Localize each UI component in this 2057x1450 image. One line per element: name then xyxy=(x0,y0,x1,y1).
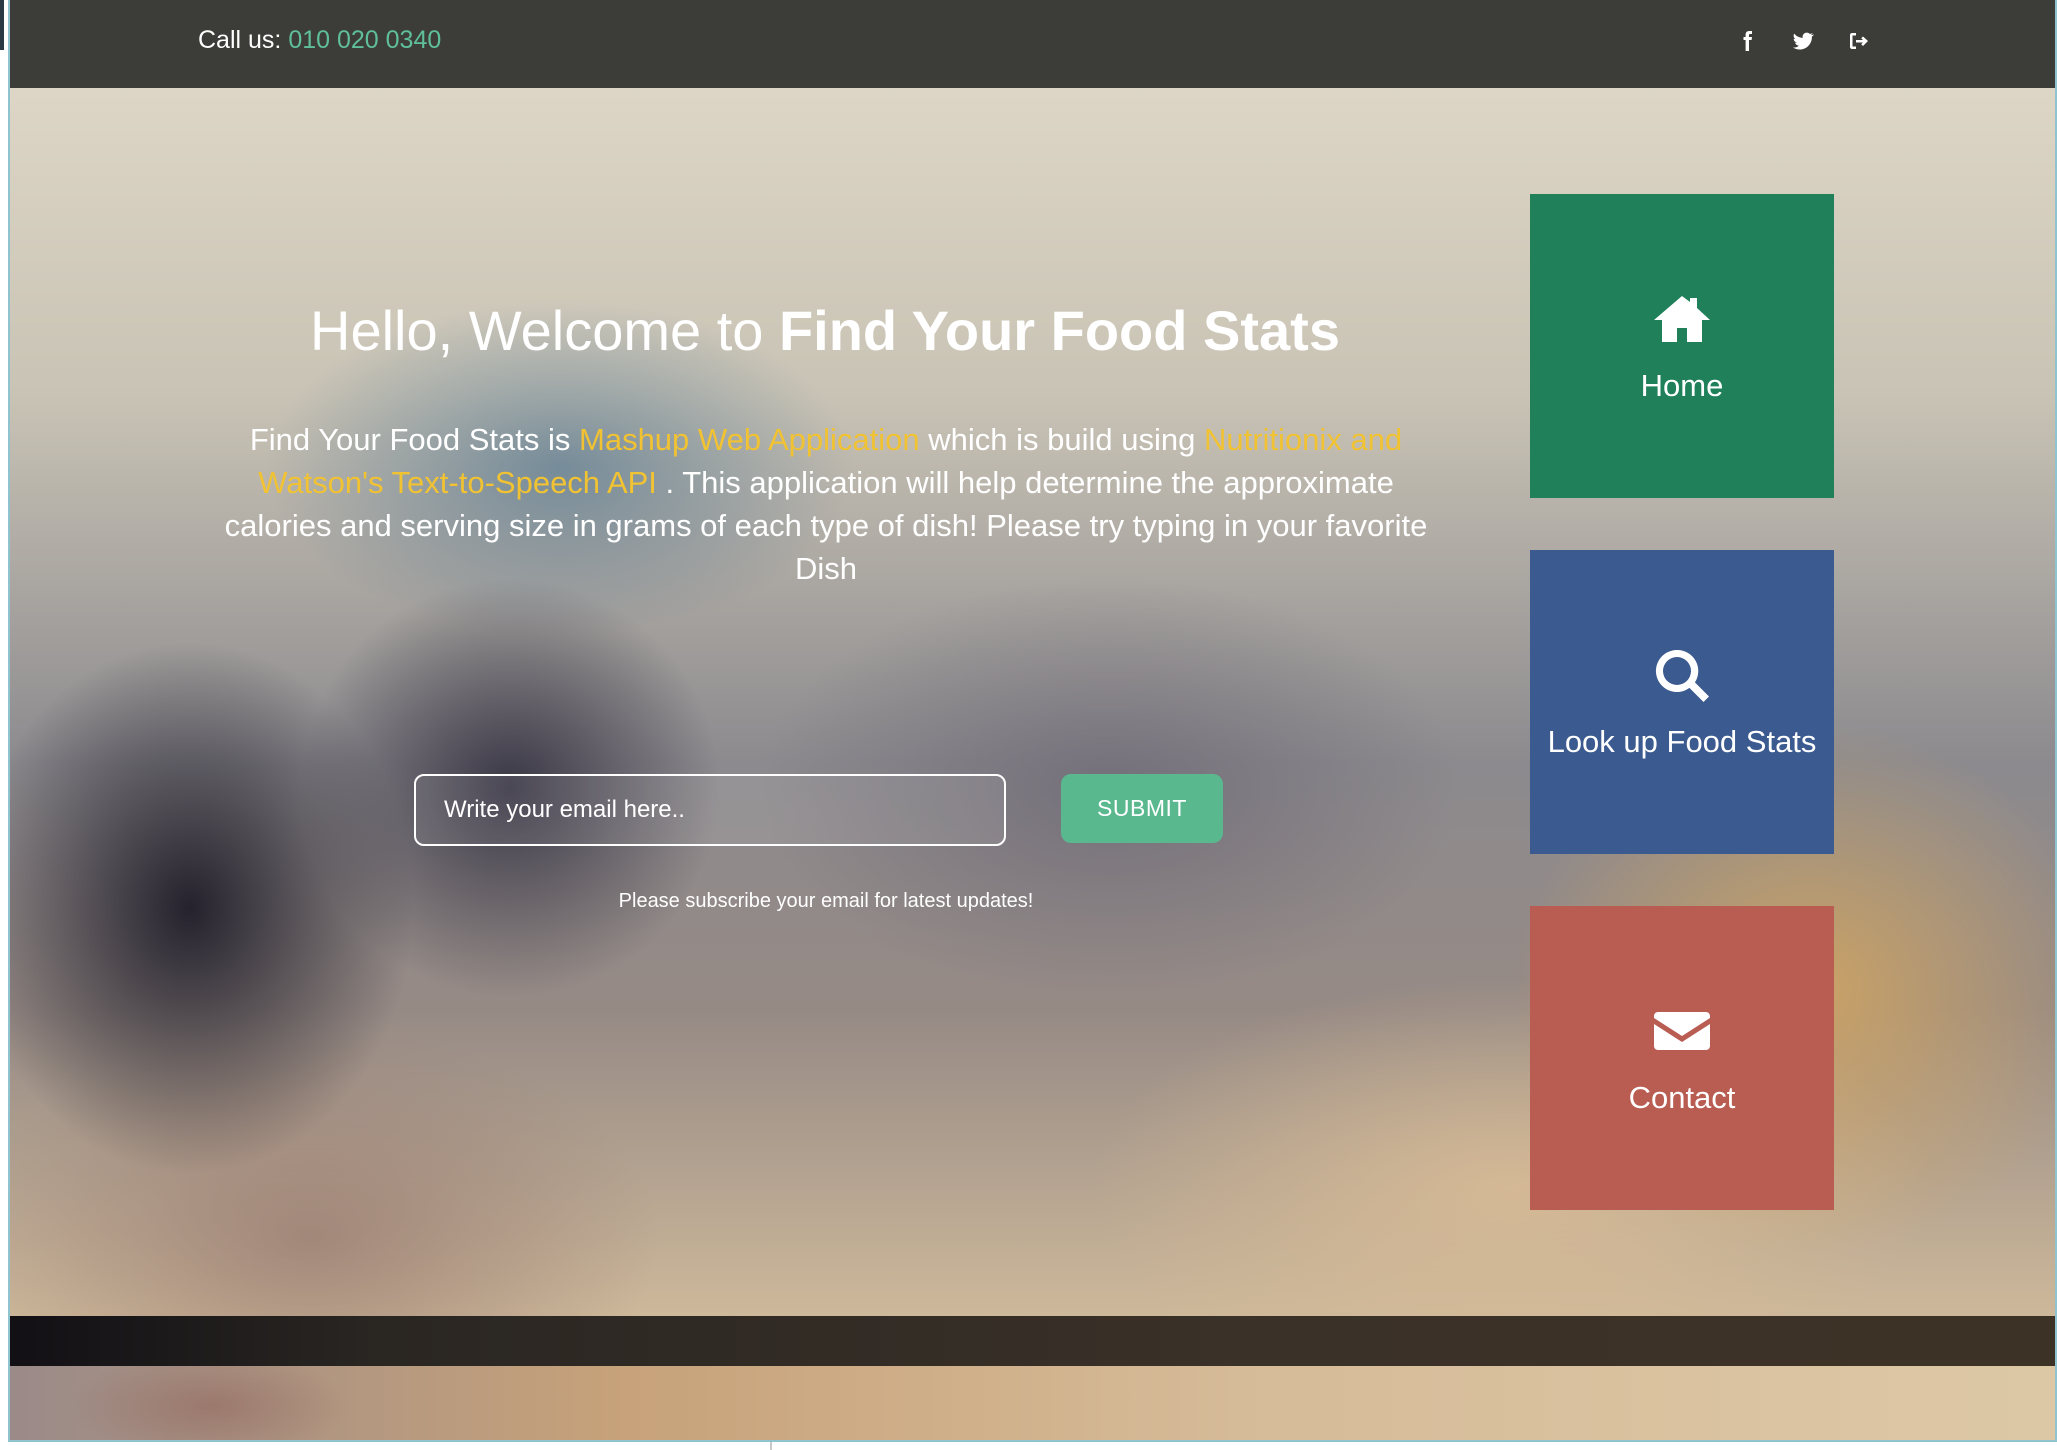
hero-section: Hello, Welcome to Find Your Food Stats F… xyxy=(10,88,2055,1316)
desc-highlight-mashup: Mashup Web Application xyxy=(579,422,920,457)
envelope-icon xyxy=(1650,1000,1714,1064)
call-us-label: Call us: xyxy=(198,26,282,54)
top-bar: Call us: 010 020 0340 xyxy=(10,0,2055,88)
phone-number[interactable]: 010 020 0340 xyxy=(288,26,441,54)
scroll-marker xyxy=(770,1442,772,1450)
nav-tile-lookup[interactable]: Look up Food Stats xyxy=(1530,550,1834,854)
sign-out-icon[interactable] xyxy=(1845,24,1873,58)
social-links xyxy=(1733,24,1873,58)
nav-tile-home[interactable]: Home xyxy=(1530,194,1834,498)
facebook-icon[interactable] xyxy=(1733,24,1761,58)
search-icon xyxy=(1650,644,1714,708)
footer-background xyxy=(10,1366,2055,1440)
tile-label-lookup: Look up Food Stats xyxy=(1547,724,1817,759)
page-title: Hello, Welcome to Find Your Food Stats xyxy=(170,298,1480,363)
footer-band xyxy=(10,1316,2055,1366)
window-edge-mark xyxy=(0,0,4,50)
tile-label-home: Home xyxy=(1640,368,1724,403)
page-frame: Call us: 010 020 0340 Hello, Welcome to … xyxy=(8,0,2057,1442)
home-icon xyxy=(1650,288,1714,352)
tile-label-contact: Contact xyxy=(1628,1080,1736,1115)
title-prefix: Hello, Welcome to xyxy=(310,299,779,362)
hero-description: Find Your Food Stats is Mashup Web Appli… xyxy=(206,418,1446,590)
email-input[interactable] xyxy=(414,774,1006,846)
title-brand: Find Your Food Stats xyxy=(778,299,1340,362)
desc-text-1: Find Your Food Stats is xyxy=(249,422,579,457)
nav-tile-contact[interactable]: Contact xyxy=(1530,906,1834,1210)
twitter-icon[interactable] xyxy=(1789,24,1817,58)
submit-button[interactable]: SUBMIT xyxy=(1061,774,1223,843)
subscribe-note: Please subscribe your email for latest u… xyxy=(618,890,1034,912)
desc-text-2: which is build using xyxy=(919,422,1204,457)
call-us: Call us: 010 020 0340 xyxy=(198,26,441,55)
